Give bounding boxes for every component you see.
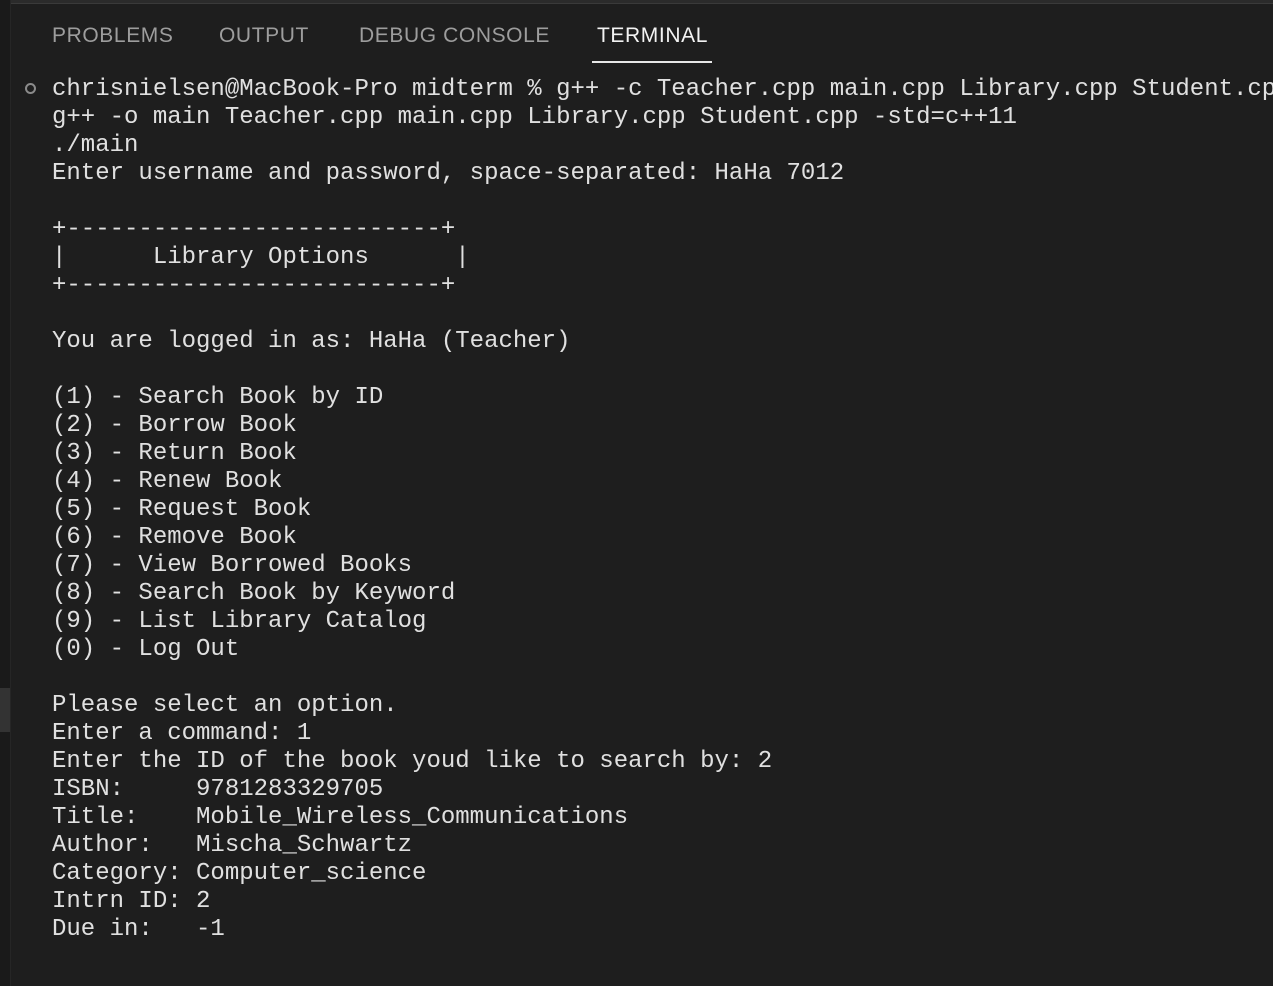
tab-problems[interactable]: PROBLEMS	[52, 24, 174, 54]
terminal-line: chrisnielsen@MacBook-Pro midterm % g++ -…	[52, 76, 1273, 103]
active-tab-indicator	[592, 61, 712, 63]
terminal-line: (5) - Request Book	[52, 496, 312, 523]
terminal-line: +--------------------------+	[52, 216, 456, 243]
tab-output[interactable]: OUTPUT	[219, 24, 309, 54]
terminal-line: Due in: -1	[52, 916, 225, 943]
terminal-line: ./main	[52, 132, 139, 159]
terminal-line: Enter username and password, space-separ…	[52, 160, 845, 187]
terminal-line: Please select an option.	[52, 692, 398, 719]
terminal-line: Author: Mischa_Schwartz	[52, 832, 413, 859]
terminal-line: (4) - Renew Book	[52, 468, 283, 495]
tab-debug-console[interactable]: DEBUG CONSOLE	[359, 24, 550, 54]
terminal-line: (2) - Borrow Book	[52, 412, 297, 439]
terminal-line: (0) - Log Out	[52, 636, 240, 663]
terminal-line: g++ -o main Teacher.cpp main.cpp Library…	[52, 104, 1017, 131]
terminal-line: Intrn ID: 2	[52, 888, 211, 915]
terminal-line: Enter a command: 1	[52, 720, 312, 747]
terminal-line: | Library Options |	[52, 244, 470, 271]
terminal-line: You are logged in as: HaHa (Teacher)	[52, 328, 571, 355]
terminal-line: Title: Mobile_Wireless_Communications	[52, 804, 629, 831]
terminal-line: (8) - Search Book by Keyword	[52, 580, 456, 607]
terminal-line: (3) - Return Book	[52, 440, 297, 467]
panel-tabs: PROBLEMS OUTPUT DEBUG CONSOLE TERMINAL	[0, 18, 1273, 66]
terminal-line: (1) - Search Book by ID	[52, 384, 384, 411]
panel-top-border	[0, 0, 1273, 4]
terminal-line: Enter the ID of the book youd like to se…	[52, 748, 773, 775]
terminal-line: Category: Computer_science	[52, 860, 427, 887]
terminal-line: (6) - Remove Book	[52, 524, 297, 551]
tab-terminal[interactable]: TERMINAL	[597, 24, 708, 54]
terminal-output[interactable]: chrisnielsen@MacBook-Pro midterm % g++ -…	[0, 74, 1273, 986]
terminal-line: (9) - List Library Catalog	[52, 608, 427, 635]
terminal-line: (7) - View Borrowed Books	[52, 552, 413, 579]
terminal-line: ISBN: 9781283329705	[52, 776, 384, 803]
terminal-line: +--------------------------+	[52, 272, 456, 299]
